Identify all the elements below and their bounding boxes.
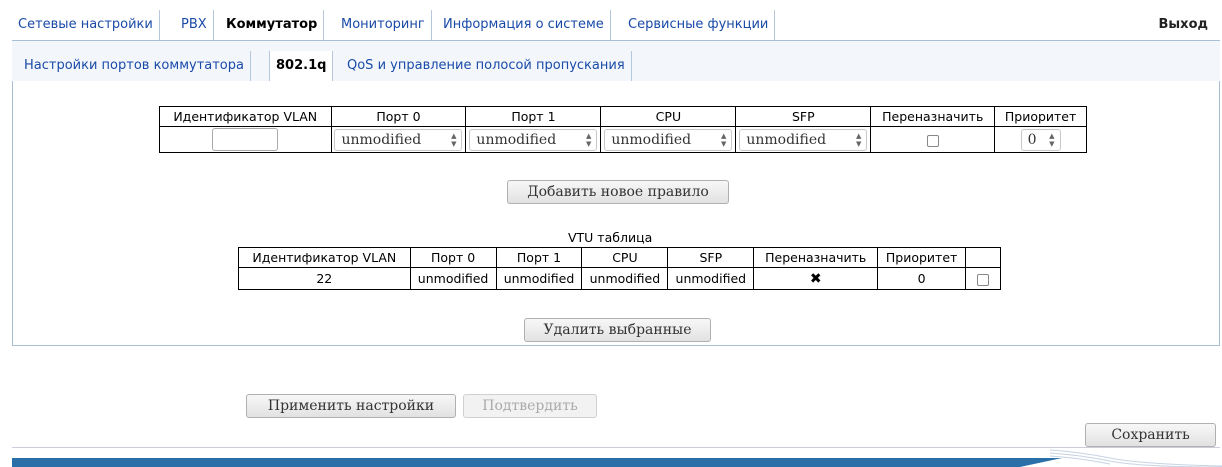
header-priority: Приоритет bbox=[994, 106, 1087, 127]
save-button[interactable]: Сохранить bbox=[1085, 423, 1216, 447]
vlan-rule-table: Идентификатор VLAN Порт 0 Порт 1 CPU SFP… bbox=[159, 106, 1087, 153]
header-sfp: SFP bbox=[667, 247, 755, 268]
header-priority: Приоритет bbox=[877, 247, 967, 268]
stepper-icon: ▲ ▼ bbox=[1049, 131, 1055, 148]
header-sfp: SFP bbox=[735, 106, 872, 127]
cell-sfp: unmodified bbox=[667, 267, 755, 290]
tab-service-functions[interactable]: Сервисные функции bbox=[622, 10, 776, 40]
cell-port0: unmodified bbox=[409, 267, 497, 290]
stepper-icon: ▲ ▼ bbox=[855, 131, 862, 148]
add-rule-button[interactable]: Добавить новое правило bbox=[507, 180, 729, 204]
header-reassign: Переназначить bbox=[753, 247, 879, 268]
header-port1: Порт 1 bbox=[465, 106, 602, 127]
sfp-select[interactable]: unmodified ▲ ▼ bbox=[739, 128, 868, 151]
cell-priority: 0 bbox=[877, 267, 967, 290]
header-cpu: CPU bbox=[600, 106, 737, 127]
port1-select[interactable]: unmodified ▲ ▼ bbox=[469, 128, 598, 151]
priority-select[interactable]: 0 ▲ ▼ bbox=[1020, 128, 1061, 151]
header-vlan-id: Идентификатор VLAN bbox=[238, 247, 411, 268]
vtu-table: Идентификатор VLAN Порт 0 Порт 1 CPU SFP… bbox=[238, 247, 1001, 290]
footer-bar bbox=[12, 458, 1062, 467]
stepper-icon: ▲ ▼ bbox=[586, 131, 592, 148]
header-select bbox=[965, 247, 1001, 268]
delete-selected-button[interactable]: Удалить выбранные bbox=[524, 318, 711, 342]
confirm-button: Подтвердить bbox=[463, 394, 597, 418]
header-port0: Порт 0 bbox=[330, 106, 467, 127]
cell-vlan: 22 bbox=[238, 267, 411, 290]
tab-network-settings[interactable]: Сетевые настройки bbox=[12, 10, 160, 40]
vtu-table-caption: VTU таблица bbox=[568, 230, 653, 245]
header-cpu: CPU bbox=[581, 247, 669, 268]
vlan-id-input[interactable] bbox=[212, 128, 279, 151]
stepper-icon: ▲ ▼ bbox=[720, 131, 727, 148]
sub-navigation: Настройки портов коммутатора 802.1q QoS … bbox=[12, 41, 1220, 82]
tab-system-info[interactable]: Информация о системе bbox=[437, 10, 611, 40]
header-port1: Порт 1 bbox=[495, 247, 583, 268]
content-panel: Идентификатор VLAN Порт 0 Порт 1 CPU SFP… bbox=[12, 81, 1220, 346]
header-port0: Порт 0 bbox=[409, 247, 497, 268]
header-reassign: Переназначить bbox=[870, 106, 996, 127]
tab-8021q[interactable]: 802.1q bbox=[269, 51, 334, 81]
apply-settings-button[interactable]: Применить настройки bbox=[246, 394, 456, 418]
top-navigation: Сетевые настройки PBX Коммутатор Монитор… bbox=[12, 10, 1220, 41]
exit-link[interactable]: Выход bbox=[1159, 10, 1208, 40]
tab-switch[interactable]: Коммутатор bbox=[220, 10, 325, 40]
tab-qos[interactable]: QoS и управление полосой пропускания bbox=[341, 51, 632, 81]
header-vlan-id: Идентификатор VLAN bbox=[159, 106, 332, 127]
tab-switch-port-settings[interactable]: Настройки портов коммутатора bbox=[18, 51, 251, 81]
tab-pbx[interactable]: PBX bbox=[175, 10, 214, 40]
stepper-icon: ▲ ▼ bbox=[451, 131, 457, 148]
cell-cpu: unmodified bbox=[581, 267, 669, 290]
reassign-x-icon: ✖ bbox=[753, 267, 879, 290]
port0-select[interactable]: unmodified ▲ ▼ bbox=[334, 128, 463, 151]
tab-monitoring[interactable]: Мониторинг bbox=[335, 10, 432, 40]
row-select-checkbox[interactable] bbox=[977, 273, 990, 286]
cpu-select[interactable]: unmodified ▲ ▼ bbox=[604, 128, 733, 151]
table-row: 22 unmodified unmodified unmodified unmo… bbox=[238, 267, 1001, 290]
footer-decoration bbox=[1050, 449, 1222, 467]
footer-divider bbox=[12, 447, 1220, 448]
reassign-checkbox[interactable] bbox=[926, 134, 939, 147]
cell-port1: unmodified bbox=[495, 267, 583, 290]
